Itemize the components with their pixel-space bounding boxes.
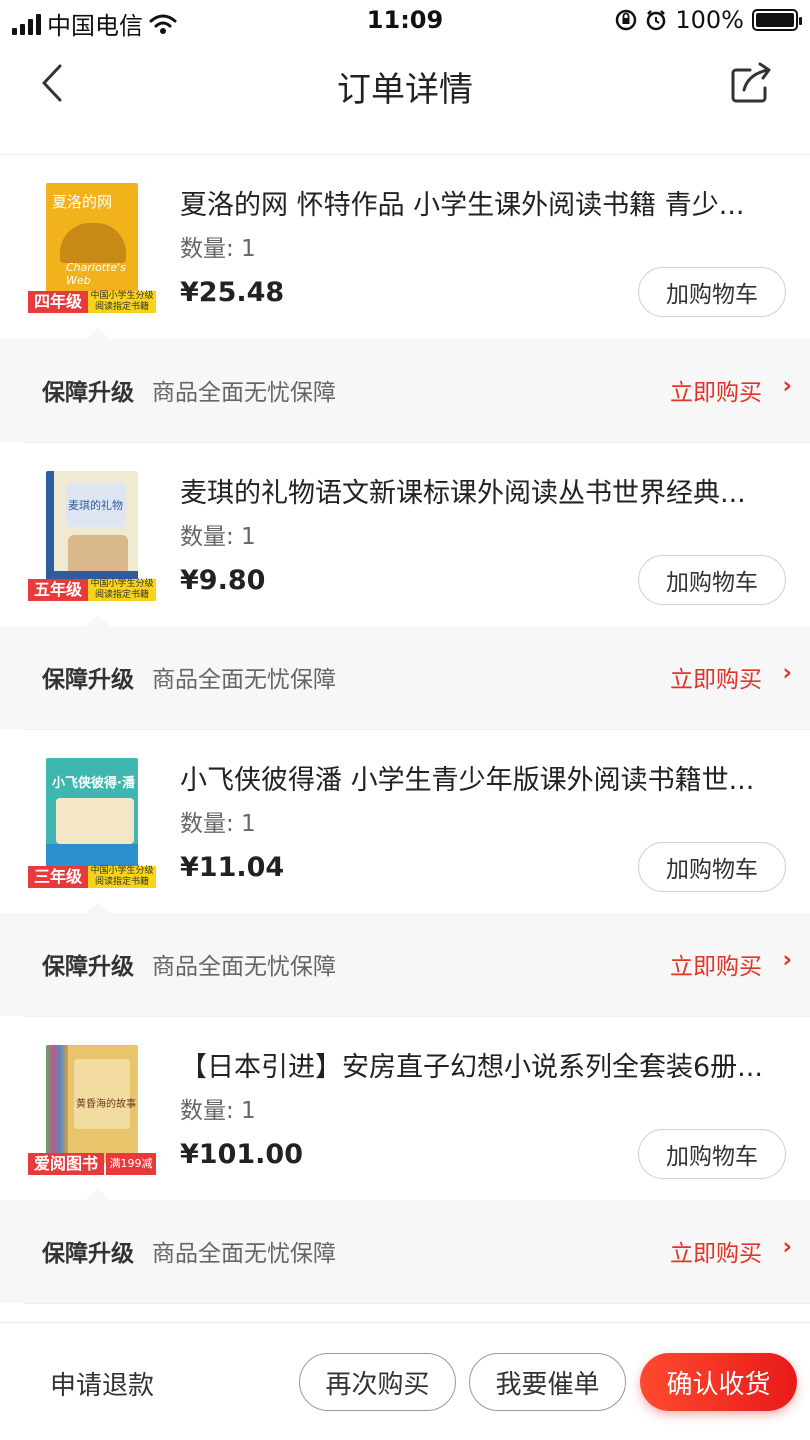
- chevron-right-icon[interactable]: ›: [783, 947, 792, 973]
- guarantee-row[interactable]: 保障升级 商品全面无忧保障 立即购买 ›: [0, 615, 810, 729]
- cover-illustration: [68, 535, 128, 575]
- bottom-action-bar: 申请退款 再次购买 我要催单 确认收货: [0, 1322, 810, 1440]
- share-icon[interactable]: [728, 60, 774, 106]
- guarantee-row[interactable]: 保障升级 商品全面无忧保障 立即购买 ›: [0, 1189, 810, 1303]
- battery-icon: [752, 9, 802, 31]
- product-price: ¥9.80: [180, 565, 266, 596]
- cover-title: 黄昏海的故事: [76, 1099, 136, 1110]
- guarantee-row[interactable]: 保障升级 商品全面无忧保障 立即购买 ›: [0, 328, 810, 442]
- promo-tag: 满199减100: [106, 1153, 156, 1192]
- cover-illustration: [74, 1059, 130, 1129]
- product-price: ¥11.04: [180, 852, 285, 883]
- guarantee-desc: 商品全面无忧保障: [152, 1241, 336, 1267]
- cover-illustration: [56, 798, 134, 844]
- product-title[interactable]: 【日本引进】安房直子幻想小说系列全套装6册...: [180, 1045, 780, 1084]
- grade-badge: 三年级: [28, 866, 89, 888]
- book-cover-image: 小飞侠彼得·潘: [46, 758, 138, 876]
- alarm-icon: [647, 10, 666, 31]
- product-cover[interactable]: 黄昏海的故事 爱阅图书 满199减100: [28, 1045, 156, 1192]
- status-bar: 中国电信 11:09 100%: [0, 0, 810, 44]
- product-cover[interactable]: 麦琪的礼物 五年级 中国小学生分级阅读指定书籍: [28, 471, 156, 601]
- order-item[interactable]: 黄昏海的故事 爱阅图书 满199减100 【日本引进】安房直子幻想小说系列全套装…: [0, 1017, 810, 1202]
- product-quantity: 数量: 1: [180, 1098, 256, 1124]
- product-title[interactable]: 麦琪的礼物语文新课标课外阅读丛书世界经典...: [180, 471, 780, 510]
- status-right: 100%: [615, 6, 802, 34]
- store-badge: 爱阅图书: [28, 1153, 105, 1175]
- book-cover-image: 麦琪的礼物: [46, 471, 138, 589]
- product-price: ¥101.00: [180, 1139, 303, 1170]
- guarantee-desc: 商品全面无忧保障: [152, 954, 336, 980]
- book-cover-image: 黄昏海的故事: [46, 1045, 138, 1163]
- order-item[interactable]: 小飞侠彼得·潘 三年级 中国小学生分级阅读指定书籍 小飞侠彼得潘 小学生青少年版…: [0, 730, 810, 915]
- cover-spine: [46, 471, 54, 589]
- book-cover-image: 夏洛的网 Charlotte's Web: [46, 183, 138, 301]
- add-to-cart-button[interactable]: 加购物车: [638, 267, 786, 317]
- cover-subtitle: Charlotte's Web: [66, 261, 126, 287]
- grade-tag: 中国小学生分级阅读指定书籍: [88, 579, 156, 601]
- product-cover[interactable]: 小飞侠彼得·潘 三年级 中国小学生分级阅读指定书籍: [28, 758, 156, 888]
- guarantee-desc: 商品全面无忧保障: [152, 380, 336, 406]
- add-to-cart-button[interactable]: 加购物车: [638, 842, 786, 892]
- nav-bar: 订单详情: [0, 44, 810, 124]
- buy-now-link[interactable]: 立即购买: [670, 1234, 762, 1268]
- row-divider: [24, 1303, 810, 1304]
- chevron-right-icon[interactable]: ›: [783, 660, 792, 686]
- cover-illustration: [60, 223, 126, 263]
- guarantee-label: 保障升级: [42, 1241, 134, 1267]
- grade-badge: 四年级: [28, 291, 89, 313]
- grade-tag: 中国小学生分级阅读指定书籍: [88, 291, 156, 313]
- guarantee-desc: 商品全面无忧保障: [152, 667, 336, 693]
- order-item[interactable]: 麦琪的礼物 五年级 中国小学生分级阅读指定书籍 麦琪的礼物语文新课标课外阅读丛书…: [0, 443, 810, 628]
- chevron-right-icon[interactable]: ›: [783, 373, 792, 399]
- buy-now-link[interactable]: 立即购买: [670, 947, 762, 981]
- cover-spines: [46, 1045, 68, 1163]
- guarantee-row[interactable]: 保障升级 商品全面无忧保障 立即购买 ›: [0, 902, 810, 1016]
- buy-now-link[interactable]: 立即购买: [670, 373, 762, 407]
- product-cover[interactable]: 夏洛的网 Charlotte's Web 四年级 中国小学生分级阅读指定书籍: [28, 183, 156, 313]
- cover-title: 麦琪的礼物: [68, 499, 123, 512]
- guarantee-label: 保障升级: [42, 954, 134, 980]
- cover-title: 小飞侠彼得·潘: [52, 776, 135, 791]
- product-quantity: 数量: 1: [180, 236, 256, 262]
- rebuy-button[interactable]: 再次购买: [299, 1353, 456, 1411]
- buy-now-link[interactable]: 立即购买: [670, 660, 762, 694]
- urge-order-button[interactable]: 我要催单: [469, 1353, 626, 1411]
- rotation-lock-icon: [616, 9, 637, 31]
- product-title[interactable]: 小飞侠彼得潘 小学生青少年版课外阅读书籍世...: [180, 758, 780, 797]
- product-quantity: 数量: 1: [180, 811, 256, 837]
- add-to-cart-button[interactable]: 加购物车: [638, 555, 786, 605]
- product-quantity: 数量: 1: [180, 524, 256, 550]
- battery-fill: [756, 13, 794, 27]
- order-item[interactable]: 夏洛的网 Charlotte's Web 四年级 中国小学生分级阅读指定书籍 夏…: [0, 155, 810, 340]
- cover-title: 夏洛的网: [52, 193, 113, 211]
- confirm-receipt-button[interactable]: 确认收货: [640, 1353, 797, 1411]
- battery-percent: 100%: [675, 6, 744, 34]
- refund-link[interactable]: 申请退款: [50, 1365, 154, 1402]
- add-to-cart-button[interactable]: 加购物车: [638, 1129, 786, 1179]
- grade-badge: 五年级: [28, 579, 89, 601]
- product-title[interactable]: 夏洛的网 怀特作品 小学生课外阅读书籍 青少...: [180, 183, 780, 222]
- grade-tag: 中国小学生分级阅读指定书籍: [88, 866, 156, 888]
- chevron-right-icon[interactable]: ›: [783, 1234, 792, 1260]
- product-price: ¥25.48: [180, 277, 285, 308]
- guarantee-label: 保障升级: [42, 667, 134, 693]
- page-title: 订单详情: [337, 70, 473, 110]
- guarantee-label: 保障升级: [42, 380, 134, 406]
